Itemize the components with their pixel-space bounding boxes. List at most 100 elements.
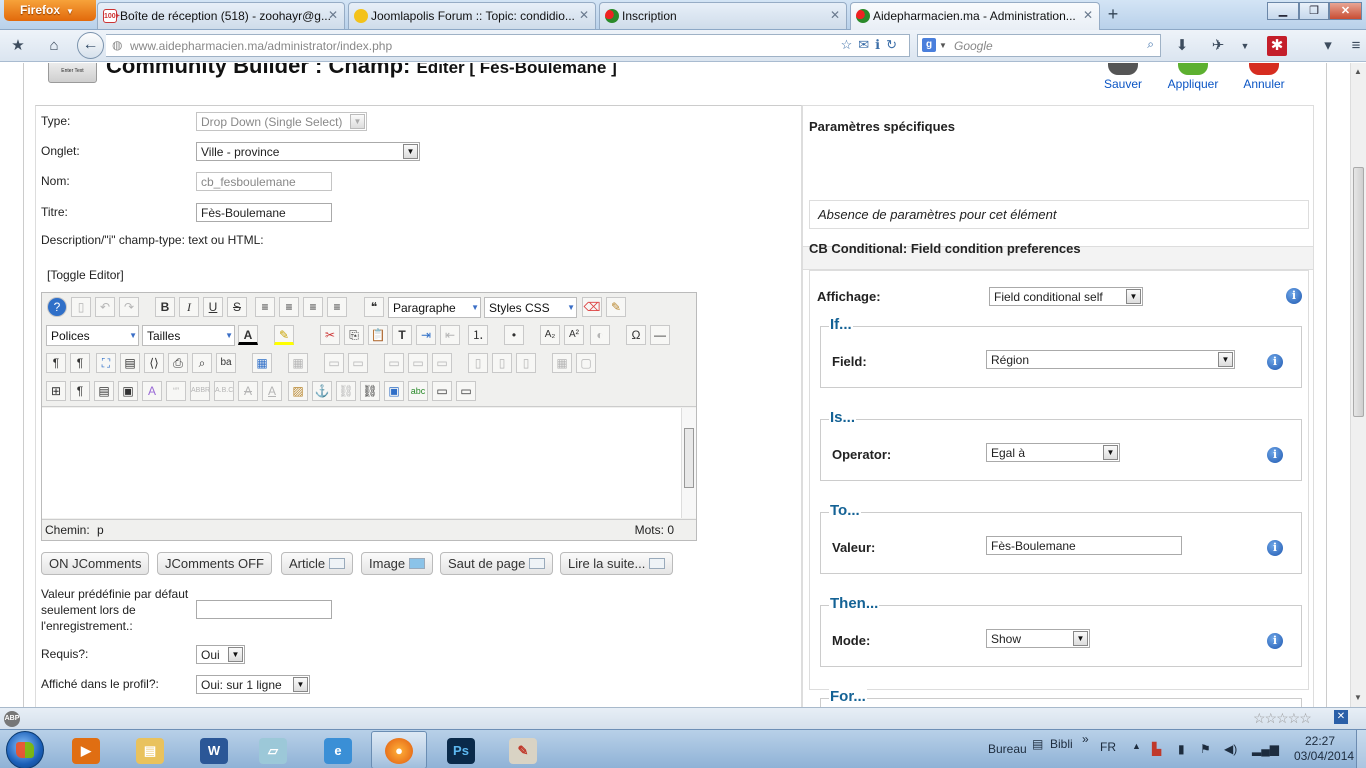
- page-break-icon[interactable]: ▭: [456, 381, 476, 401]
- page-scrollbar[interactable]: ▲ ▼: [1350, 63, 1366, 707]
- page-scroll-thumb[interactable]: [1353, 167, 1364, 417]
- subscript-icon[interactable]: A₂: [540, 325, 560, 345]
- search-input[interactable]: g ▼ Google ⌕: [917, 34, 1161, 57]
- highlight-color-icon[interactable]: ✎: [274, 325, 294, 345]
- tab-inscription[interactable]: Inscription ✕: [599, 2, 847, 29]
- scroll-down-icon[interactable]: ▼: [1354, 693, 1362, 702]
- editor-content-area[interactable]: [42, 408, 696, 518]
- font-size-select[interactable]: Tailles ▼: [142, 325, 235, 346]
- link-icon[interactable]: ⛓: [360, 381, 380, 401]
- insert-table-icon[interactable]: ▦: [252, 353, 272, 373]
- italic-icon[interactable]: I: [179, 297, 199, 317]
- align-left-icon[interactable]: ≡: [303, 297, 323, 317]
- language-indicator[interactable]: FR: [1100, 740, 1116, 754]
- feed-icon[interactable]: ✉: [858, 37, 875, 52]
- editor-scroll-thumb[interactable]: [684, 428, 694, 488]
- taskbar-notes[interactable]: ▱: [245, 731, 301, 768]
- background-color-icon[interactable]: ◐: [590, 325, 610, 345]
- field-select[interactable]: Région ▼: [986, 350, 1235, 369]
- row-props-icon[interactable]: ▭: [324, 353, 344, 373]
- visual-aid-icon[interactable]: ⊞: [46, 381, 66, 401]
- flag-icon[interactable]: ⚑: [1200, 742, 1211, 756]
- read-more-button[interactable]: Lire la suite...: [560, 552, 674, 575]
- adblock-icon[interactable]: ABP: [4, 711, 20, 727]
- chevron-up-icon[interactable]: ▲: [1132, 741, 1141, 751]
- system-clock[interactable]: 22:27 03/04/2014: [1294, 734, 1354, 764]
- find-icon[interactable]: ⌕: [192, 353, 212, 373]
- close-icon[interactable]: ✕: [328, 8, 338, 22]
- anchor-icon[interactable]: ⚓: [312, 381, 332, 401]
- taskbar-photoshop[interactable]: Ps: [433, 731, 489, 768]
- superscript-icon[interactable]: A²: [564, 325, 584, 345]
- align-right-icon[interactable]: ≡: [327, 297, 347, 317]
- menu-icon[interactable]: ≡: [1346, 36, 1366, 56]
- format-select[interactable]: Paragraphe ▼: [388, 297, 481, 318]
- library-toolbar-icon[interactable]: ▤: [1032, 737, 1043, 751]
- merge-cells-icon[interactable]: ▢: [576, 353, 596, 373]
- title-field[interactable]: Fès-Boulemane: [196, 203, 332, 222]
- scroll-up-icon[interactable]: ▲: [1354, 67, 1362, 76]
- split-cells-icon[interactable]: ▦: [552, 353, 572, 373]
- editor-scrollbar[interactable]: [681, 408, 696, 518]
- info-icon[interactable]: i: [1267, 540, 1283, 556]
- undo-icon[interactable]: ↶: [95, 297, 115, 317]
- addon-close-icon[interactable]: ✕: [1334, 710, 1348, 724]
- insert-media-icon[interactable]: ▣: [384, 381, 404, 401]
- info-icon[interactable]: ℹ: [875, 37, 886, 52]
- strikethrough-icon[interactable]: S: [227, 297, 247, 317]
- cell-props-icon[interactable]: ▭: [348, 353, 368, 373]
- col-before-icon[interactable]: ▯: [468, 353, 488, 373]
- spellcheck-icon[interactable]: abc: [408, 381, 428, 401]
- cut-icon[interactable]: ✂: [320, 325, 340, 345]
- insertion-icon[interactable]: A: [262, 381, 282, 401]
- underline-icon[interactable]: U: [203, 297, 223, 317]
- show-blocks-icon[interactable]: ¶: [70, 381, 90, 401]
- code-icon[interactable]: ⟨⟩: [144, 353, 164, 373]
- deletion-icon[interactable]: A: [238, 381, 258, 401]
- taskbar-word[interactable]: W: [186, 731, 242, 768]
- tab-gmail[interactable]: 100+ Boîte de réception (518) - zoohayr@…: [97, 2, 345, 29]
- insert-image-icon[interactable]: ▨: [288, 381, 308, 401]
- copy-icon[interactable]: ⎘: [344, 325, 364, 345]
- preview-icon[interactable]: ▤: [120, 353, 140, 373]
- taskbar-ie[interactable]: e: [310, 731, 366, 768]
- col-after-icon[interactable]: ▯: [492, 353, 512, 373]
- paste-icon[interactable]: 📋: [368, 325, 388, 345]
- new-tab-button[interactable]: +: [1101, 4, 1125, 27]
- path-value[interactable]: p: [97, 523, 104, 537]
- tab-joomlapolis[interactable]: Joomlapolis Forum :: Topic: condidio... …: [348, 2, 596, 29]
- display-select[interactable]: Field conditional self ▼: [989, 287, 1143, 306]
- taskbar-paint[interactable]: ✎: [495, 731, 551, 768]
- cancel-button[interactable]: Annuler: [1240, 63, 1288, 91]
- tab-administration[interactable]: Aidepharmacien.ma - Administration... ✕: [850, 2, 1100, 30]
- info-icon[interactable]: i: [1286, 288, 1302, 304]
- value-field[interactable]: Fès-Boulemane: [986, 536, 1182, 555]
- indent-icon[interactable]: ⇥: [416, 325, 436, 345]
- info-icon[interactable]: i: [1267, 633, 1283, 649]
- addon-icon[interactable]: ✈: [1208, 36, 1228, 56]
- insert-layer-icon[interactable]: ▣: [118, 381, 138, 401]
- special-char-icon[interactable]: Ω: [626, 325, 646, 345]
- outdent-icon[interactable]: ⇤: [440, 325, 460, 345]
- redo-icon[interactable]: ↷: [119, 297, 139, 317]
- close-icon[interactable]: ✕: [1083, 8, 1093, 22]
- bold-icon[interactable]: B: [155, 297, 175, 317]
- save-button[interactable]: Sauver: [1100, 63, 1146, 91]
- taskbar-firefox[interactable]: ●: [371, 731, 427, 768]
- horizontal-rule-icon[interactable]: —: [650, 325, 670, 345]
- blockquote-icon[interactable]: ❝: [364, 297, 384, 317]
- on-jcomments-button[interactable]: ON JComments: [41, 552, 150, 575]
- volume-icon[interactable]: ◀): [1224, 742, 1237, 756]
- delete-row-icon[interactable]: ▭: [432, 353, 452, 373]
- unlink-icon[interactable]: ⛓: [336, 381, 356, 401]
- profile-select[interactable]: Oui: sur 1 ligne ▼: [196, 675, 310, 694]
- bookmark-page-star-icon[interactable]: ☆: [841, 37, 859, 52]
- close-icon[interactable]: ✕: [579, 8, 589, 22]
- reload-icon[interactable]: ↻: [886, 37, 903, 52]
- window-close-button[interactable]: ✕: [1329, 2, 1362, 20]
- abbr-icon[interactable]: ABBR: [190, 381, 210, 401]
- article-button[interactable]: Article: [281, 552, 354, 575]
- help-icon[interactable]: ?: [47, 297, 67, 317]
- cite-icon[interactable]: “”: [166, 381, 186, 401]
- chevron-down-icon[interactable]: ▼: [1235, 36, 1255, 56]
